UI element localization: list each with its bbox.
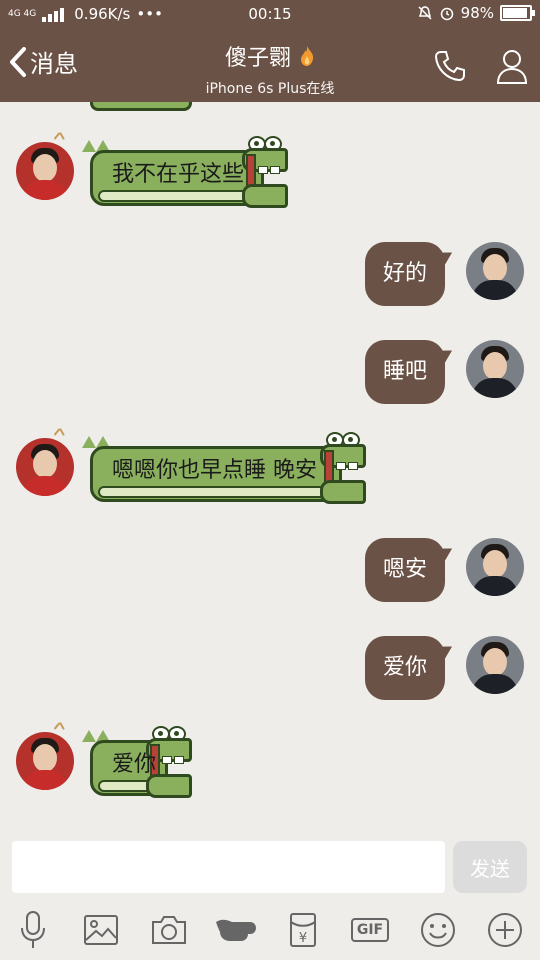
input-bar: 发送 (0, 822, 540, 900)
gif-icon[interactable]: GIF (348, 910, 392, 950)
red-packet-icon[interactable]: ¥ (281, 910, 325, 950)
message-row: 我不在乎这些 (0, 132, 540, 222)
avatar-contact[interactable] (16, 438, 74, 496)
message-row: 爱你 (0, 634, 540, 704)
message-text: 我不在乎这些 (112, 162, 245, 187)
chat-header: 消息 傻子翾 iPhone 6s Plus在线 (0, 30, 540, 102)
croc-bubble-partial (90, 102, 192, 111)
message-row-partial (0, 102, 540, 116)
chevron-left-icon (10, 46, 26, 77)
poke-icon[interactable] (214, 910, 258, 950)
avatar-contact[interactable] (16, 142, 74, 200)
avatar-self[interactable] (466, 242, 524, 300)
avatar-self[interactable] (466, 538, 524, 596)
battery-icon (500, 5, 535, 21)
message-row: 嗯嗯你也早点睡 晚安 (0, 428, 540, 518)
profile-button[interactable] (490, 44, 534, 88)
status-bar: 4G 4G 0.96K/s ••• 00:15 98% (0, 0, 540, 30)
battery-percent: 98% (460, 4, 494, 22)
mic-icon[interactable] (11, 910, 55, 950)
message-row: 睡吧 (0, 338, 540, 408)
yuan-symbol: ¥ (299, 931, 307, 946)
message-row: 爱你 (0, 722, 540, 812)
message-bubble[interactable]: 爱你 (364, 636, 445, 700)
avatar-self[interactable] (466, 340, 524, 398)
sprig-icon (52, 428, 66, 438)
emoji-icon[interactable] (416, 910, 460, 950)
alarm-icon (440, 7, 453, 21)
back-label: 消息 (30, 50, 78, 78)
message-text: 嗯嗯你也早点睡 晚安 (112, 458, 317, 483)
plus-icon[interactable] (483, 910, 527, 950)
top-bar: 4G 4G 0.96K/s ••• 00:15 98% 消息 傻子翾 iPhon… (0, 0, 540, 102)
message-input[interactable] (12, 841, 445, 893)
message-text: 爱你 (112, 752, 157, 777)
message-row: 好的 (0, 240, 540, 310)
message-bubble[interactable]: 嗯安 (364, 538, 445, 602)
croc-bubble[interactable]: 我不在乎这些 (82, 136, 288, 210)
message-row: 嗯安 (0, 536, 540, 606)
message-bubble[interactable]: 睡吧 (364, 340, 445, 404)
send-button[interactable]: 发送 (453, 841, 527, 893)
chat-area[interactable]: 我不在乎这些 好的 睡吧 嗯嗯你也早点睡 晚安 嗯安 爱你 爱你 (0, 102, 540, 822)
contact-name: 傻子翾 (225, 40, 315, 72)
flame-icon (301, 46, 314, 66)
back-button[interactable]: 消息 (8, 44, 78, 79)
sprig-icon (52, 132, 66, 142)
contact-name-text: 傻子翾 (224, 46, 291, 71)
phone-icon (434, 51, 465, 82)
image-icon[interactable] (79, 910, 123, 950)
status-right: 98% (417, 4, 535, 22)
gif-label: GIF (350, 918, 390, 942)
croc-bubble[interactable]: 嗯嗯你也早点睡 晚安 (82, 432, 366, 506)
avatar-self[interactable] (466, 636, 524, 694)
camera-icon[interactable] (147, 910, 191, 950)
person-icon (496, 50, 528, 84)
toolbar: ¥ GIF (0, 900, 540, 960)
sprig-icon (52, 722, 66, 732)
call-button[interactable] (428, 44, 472, 88)
croc-bubble[interactable]: 爱你 (82, 726, 192, 800)
avatar-contact[interactable] (16, 732, 74, 790)
mute-icon (418, 6, 432, 20)
message-bubble[interactable]: 好的 (364, 242, 445, 306)
